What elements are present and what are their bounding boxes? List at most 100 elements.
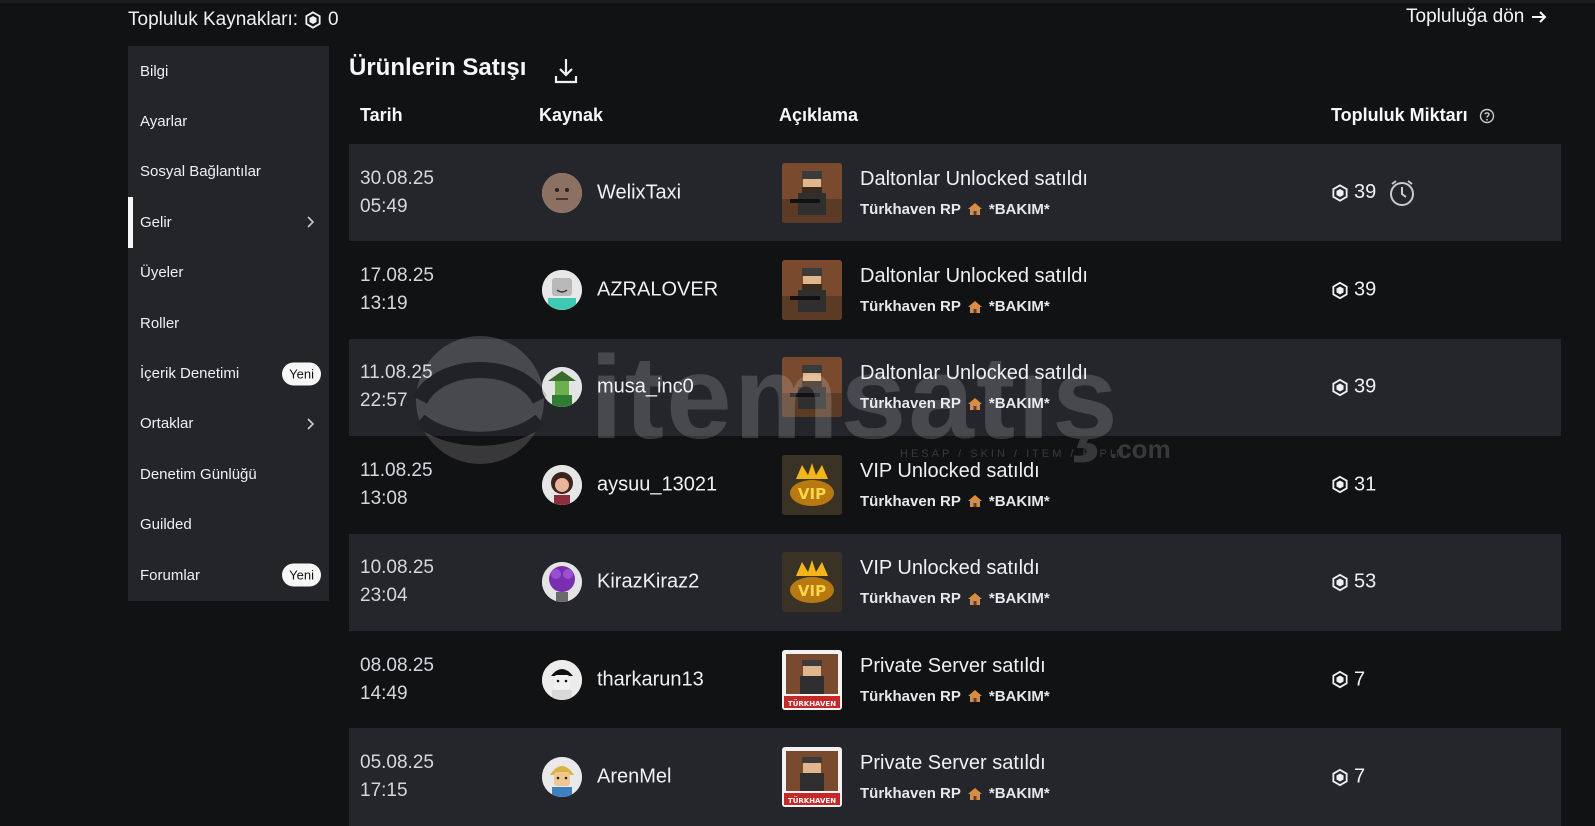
product-thumbnail[interactable]: VIP bbox=[782, 552, 842, 613]
sale-time: 14:49 bbox=[360, 682, 408, 704]
column-amount-label: Topluluk Miktarı bbox=[1331, 105, 1468, 125]
game-name[interactable]: Türkhaven RP bbox=[860, 201, 961, 218]
avatar[interactable] bbox=[542, 757, 582, 798]
sidebar: Bilgi Ayarlar Sosyal Bağlantılar Gelir Üyele… bbox=[128, 46, 329, 601]
sale-date: 30.08.25 bbox=[360, 167, 434, 189]
game-name[interactable]: Türkhaven RP bbox=[860, 688, 961, 705]
avatar[interactable] bbox=[542, 172, 582, 213]
sidebar-item[interactable]: Gelir bbox=[128, 197, 329, 248]
sale-time: 22:57 bbox=[360, 390, 408, 412]
sale-datetime: 11.08.25 22:57 bbox=[360, 359, 433, 415]
buyer-username[interactable]: WelixTaxi bbox=[597, 181, 681, 204]
sidebar-item-label: Guilded bbox=[140, 516, 192, 534]
game-name[interactable]: Türkhaven RP bbox=[860, 785, 961, 802]
sale-datetime: 10.08.25 23:04 bbox=[360, 554, 434, 610]
resources-value: 0 bbox=[328, 9, 339, 30]
clock-icon[interactable] bbox=[1387, 178, 1417, 208]
back-to-community-link[interactable]: Topluluğa dön bbox=[1406, 6, 1548, 28]
game-name[interactable]: Türkhaven RP bbox=[860, 298, 961, 315]
sidebar-item[interactable]: Ortaklar bbox=[128, 399, 329, 449]
sidebar-item-label: Üyeler bbox=[140, 264, 184, 282]
table-header: Tarih Kaynak Açıklama Topluluk Miktarı bbox=[349, 105, 1561, 135]
sale-description: VIP Unlocked satıldı Türkhaven RP *BAKIM* bbox=[860, 460, 1050, 510]
sale-time: 13:08 bbox=[360, 487, 408, 509]
table-row: 10.08.25 23:04 KirazKiraz2 VIP VIP Unlocked … bbox=[349, 533, 1561, 631]
product-thumbnail[interactable] bbox=[782, 162, 842, 223]
buyer-username[interactable]: ArenMel bbox=[597, 766, 671, 789]
robux-icon bbox=[1332, 281, 1348, 299]
game-tag: *BAKIM* bbox=[988, 395, 1050, 413]
game-info: Türkhaven RP *BAKIM* bbox=[860, 298, 1088, 315]
amount-value: 7 bbox=[1354, 765, 1366, 788]
community-resources: Topluluk Kaynakları: 0 bbox=[128, 9, 339, 31]
column-description: Açıklama bbox=[779, 105, 859, 125]
sale-date: 11.08.25 bbox=[360, 362, 433, 384]
sale-amount: 7 bbox=[1331, 668, 1365, 691]
product-thumbnail[interactable] bbox=[782, 357, 842, 418]
sale-amount: 53 bbox=[1331, 571, 1376, 594]
game-tag: *BAKIM* bbox=[988, 200, 1050, 218]
sale-title: Private Server satıldı bbox=[860, 654, 1046, 677]
sale-description: Private Server satıldı Türkhaven RP *BAKIM… bbox=[860, 752, 1050, 802]
buyer-username[interactable]: AZRALOVER bbox=[597, 279, 718, 302]
svg-text:TÜRKHAVEN: TÜRKHAVEN bbox=[788, 699, 836, 708]
buyer-username[interactable]: KirazKiraz2 bbox=[597, 571, 699, 594]
buyer-username[interactable]: tharkarun13 bbox=[597, 668, 704, 691]
sale-date: 05.08.25 bbox=[360, 752, 434, 774]
sale-description: Daltonlar Unlocked satıldı Türkhaven RP *B… bbox=[860, 265, 1088, 315]
sidebar-item[interactable]: Sosyal Bağlantılar bbox=[128, 147, 329, 197]
sale-description: VIP Unlocked satıldı Türkhaven RP *BAKIM* bbox=[860, 557, 1050, 607]
sale-time: 13:19 bbox=[360, 293, 408, 315]
buyer-username[interactable]: musa_inc0 bbox=[597, 376, 694, 399]
sale-amount: 39 bbox=[1331, 376, 1376, 399]
help-icon[interactable] bbox=[1479, 108, 1495, 124]
buyer-username[interactable]: aysuu_13021 bbox=[597, 473, 717, 496]
house-emoji-icon bbox=[967, 495, 982, 508]
sidebar-item[interactable]: Guilded bbox=[128, 500, 329, 550]
avatar[interactable] bbox=[542, 562, 582, 603]
amount-value: 31 bbox=[1354, 473, 1377, 496]
avatar[interactable] bbox=[542, 270, 582, 311]
sidebar-item[interactable]: Forumlar Yeni bbox=[128, 550, 329, 600]
amount-value: 39 bbox=[1354, 278, 1377, 301]
table-row: 11.08.25 22:57 musa_inc0 Daltonlar Unlocked… bbox=[349, 338, 1561, 437]
avatar[interactable] bbox=[542, 367, 582, 408]
product-thumbnail[interactable]: TÜRKHAVEN bbox=[782, 747, 842, 808]
sale-title: Private Server satıldı bbox=[860, 752, 1046, 775]
sale-amount: 31 bbox=[1331, 473, 1376, 496]
avatar[interactable] bbox=[542, 659, 582, 700]
sidebar-item-label: Bilgi bbox=[140, 62, 169, 80]
robux-icon bbox=[1332, 378, 1348, 397]
sidebar-item[interactable]: Denetim Günlüğü bbox=[128, 449, 329, 499]
game-name[interactable]: Türkhaven RP bbox=[860, 493, 961, 510]
sale-time: 17:15 bbox=[360, 780, 408, 802]
table-row: 05.08.25 17:15 ArenMel TÜRKHAVEN Private Ser… bbox=[349, 728, 1561, 826]
sidebar-item[interactable]: Ayarlar bbox=[128, 96, 329, 146]
amount-value: 39 bbox=[1354, 181, 1377, 204]
sale-description: Daltonlar Unlocked satıldı Türkhaven RP *B… bbox=[860, 362, 1088, 412]
download-icon[interactable] bbox=[553, 56, 579, 86]
amount-value: 7 bbox=[1354, 668, 1366, 691]
resources-label: Topluluk Kaynakları: bbox=[128, 9, 299, 30]
product-thumbnail[interactable] bbox=[782, 260, 842, 321]
column-date: Tarih bbox=[360, 105, 403, 125]
sidebar-item[interactable]: Üyeler bbox=[128, 248, 329, 298]
house-emoji-icon bbox=[967, 592, 982, 605]
game-tag: *BAKIM* bbox=[988, 785, 1050, 803]
avatar[interactable] bbox=[542, 464, 582, 505]
house-emoji-icon bbox=[967, 787, 982, 800]
sidebar-item[interactable]: İçerik Denetimi Yeni bbox=[128, 348, 329, 398]
robux-icon bbox=[305, 11, 321, 29]
sidebar-item[interactable]: Roller bbox=[128, 298, 329, 348]
game-name[interactable]: Türkhaven RP bbox=[860, 590, 961, 607]
product-thumbnail[interactable]: VIP bbox=[782, 454, 842, 515]
sale-amount: 39 bbox=[1331, 178, 1417, 208]
amount-value: 39 bbox=[1354, 375, 1377, 398]
product-thumbnail[interactable]: TÜRKHAVEN bbox=[782, 649, 842, 710]
amount-value: 53 bbox=[1354, 570, 1377, 593]
house-emoji-icon bbox=[967, 397, 982, 410]
robux-icon bbox=[1332, 670, 1348, 689]
new-badge: Yeni bbox=[282, 563, 321, 587]
game-name[interactable]: Türkhaven RP bbox=[860, 395, 961, 412]
sidebar-item[interactable]: Bilgi bbox=[128, 46, 329, 96]
